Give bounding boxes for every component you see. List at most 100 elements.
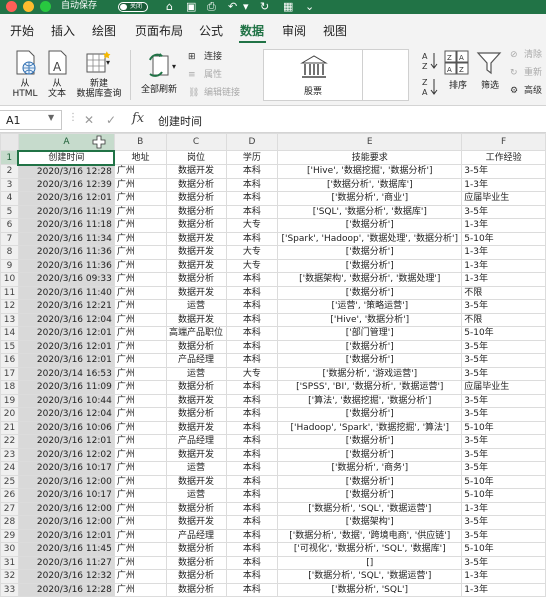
edit-links-button[interactable]: 编辑链接 [204, 88, 240, 99]
education-cell[interactable]: 本科 [225, 191, 279, 206]
position-cell[interactable]: 数据分析 [165, 407, 227, 422]
address-cell[interactable]: 广州 [113, 231, 167, 246]
filter-button[interactable]: 筛选 [476, 50, 504, 100]
experience-cell[interactable]: 1-3年 [461, 177, 546, 192]
experience-cell[interactable]: 3-5年 [461, 164, 546, 179]
education-cell[interactable]: 本科 [225, 204, 279, 219]
education-cell[interactable]: 本科 [225, 447, 279, 462]
created-time-cell[interactable]: 2020/3/16 12:28 [17, 582, 115, 597]
zoom-window-button[interactable] [40, 1, 51, 12]
skills-cell[interactable]: ['数据分析'] [277, 353, 463, 368]
skills-cell[interactable]: ['可视化', '数据分析', 'SQL', '数据库'] [277, 542, 463, 557]
skills-cell[interactable]: ['数据分析'] [277, 258, 463, 273]
education-cell[interactable]: 本科 [225, 272, 279, 287]
address-cell[interactable]: 广州 [113, 218, 167, 233]
created-time-cell[interactable]: 2020/3/16 12:02 [17, 447, 115, 462]
experience-cell[interactable]: 1-3年 [461, 272, 546, 287]
experience-cell[interactable]: 1-3年 [461, 245, 546, 260]
stocks-data-type-button[interactable]: 股票 [263, 49, 363, 101]
created-time-cell[interactable]: 2020/3/16 11:34 [17, 231, 115, 246]
address-cell[interactable]: 广州 [113, 353, 167, 368]
created-time-cell[interactable]: 2020/3/16 10:17 [17, 488, 115, 503]
skills-cell[interactable]: ['Hive', '数据分析'] [277, 312, 463, 327]
row-header[interactable]: 5 [0, 204, 19, 219]
skills-cell[interactable]: ['数据分析', 'SQL', '数据运营'] [277, 569, 463, 584]
created-time-cell[interactable]: 2020/3/16 12:01 [17, 528, 115, 543]
name-box-dropdown-icon[interactable]: ▼ [48, 113, 54, 122]
skills-cell[interactable]: ['数据分析', '商业'] [277, 191, 463, 206]
skills-cell[interactable]: [] [277, 555, 463, 570]
created-time-cell[interactable]: 2020/3/16 12:01 [17, 191, 115, 206]
row-header[interactable]: 33 [0, 582, 19, 597]
position-cell[interactable]: 数据开发 [165, 258, 227, 273]
data-types-gallery[interactable] [363, 49, 409, 101]
education-cell[interactable]: 本科 [225, 569, 279, 584]
address-cell[interactable]: 广州 [113, 461, 167, 476]
education-cell[interactable]: 本科 [225, 515, 279, 530]
skills-cell[interactable]: ['Hadoop', 'Spark', '数据挖掘', '算法'] [277, 420, 463, 435]
experience-cell[interactable]: 1-3年 [461, 218, 546, 233]
created-time-cell[interactable]: 创建时间 [17, 149, 116, 166]
education-cell[interactable]: 本科 [225, 285, 279, 300]
skills-cell[interactable]: ['数据分析'] [277, 447, 463, 462]
created-time-cell[interactable]: 2020/3/16 11:36 [17, 258, 115, 273]
education-cell[interactable]: 本科 [225, 164, 279, 179]
column-header[interactable]: F [461, 133, 546, 151]
education-cell[interactable]: 本科 [225, 231, 279, 246]
address-cell[interactable]: 广州 [113, 191, 167, 206]
experience-cell[interactable]: 3-5年 [461, 366, 546, 381]
education-cell[interactable]: 本科 [225, 528, 279, 543]
column-header[interactable]: B [113, 133, 167, 151]
tab-view[interactable]: 视图 [323, 22, 347, 39]
row-header[interactable]: 14 [0, 326, 19, 341]
experience-cell[interactable]: 3-5年 [461, 407, 546, 422]
education-cell[interactable]: 本科 [225, 339, 279, 354]
row-header[interactable]: 20 [0, 407, 19, 422]
created-time-cell[interactable]: 2020/3/16 12:00 [17, 501, 115, 516]
skills-cell[interactable]: ['数据分析'] [277, 488, 463, 503]
education-cell[interactable]: 本科 [225, 501, 279, 516]
education-cell[interactable]: 大专 [225, 245, 279, 260]
address-cell[interactable]: 广州 [113, 258, 167, 273]
skills-cell[interactable]: ['数据分析'] [277, 407, 463, 422]
experience-cell[interactable]: 5-10年 [461, 542, 546, 557]
position-cell[interactable]: 数据分析 [165, 582, 227, 597]
education-cell[interactable]: 大专 [225, 218, 279, 233]
tab-page-layout[interactable]: 页面布局 [135, 22, 183, 39]
position-cell[interactable]: 数据分析 [165, 191, 227, 206]
skills-cell[interactable]: ['SQL', '数据分析', '数据库'] [277, 204, 463, 219]
print-icon[interactable]: ⎙ [207, 0, 216, 13]
sort-descending-button[interactable]: Z A [421, 76, 439, 98]
address-cell[interactable]: 广州 [113, 501, 167, 516]
experience-cell[interactable]: 工作经验 [461, 150, 546, 165]
row-header[interactable]: 6 [0, 218, 19, 233]
education-cell[interactable]: 本科 [225, 299, 279, 314]
advanced-filter-button[interactable]: 高级 [524, 86, 542, 97]
tab-insert[interactable]: 插入 [51, 22, 75, 39]
row-header[interactable]: 1 [0, 150, 19, 165]
position-cell[interactable]: 数据开发 [165, 312, 227, 327]
row-header[interactable]: 10 [0, 272, 19, 287]
education-cell[interactable]: 本科 [225, 420, 279, 435]
autosave-toggle[interactable]: 关闭 [118, 2, 148, 12]
address-cell[interactable]: 广州 [113, 285, 167, 300]
column-header[interactable]: D [225, 133, 279, 151]
address-cell[interactable]: 广州 [113, 393, 167, 408]
skills-cell[interactable]: ['数据分析'] [277, 218, 463, 233]
position-cell[interactable]: 数据分析 [165, 555, 227, 570]
address-cell[interactable]: 广州 [113, 447, 167, 462]
row-header[interactable]: 26 [0, 488, 19, 503]
row-header[interactable]: 24 [0, 461, 19, 476]
position-cell[interactable]: 数据开发 [165, 474, 227, 489]
column-header[interactable]: E [277, 133, 463, 151]
tab-data[interactable]: 数据 [240, 22, 264, 39]
from-html-button[interactable]: 从 HTML [8, 48, 42, 102]
undo-icon[interactable]: ↶ [228, 0, 237, 13]
skills-cell[interactable]: ['SPSS', 'BI', '数据分析', '数据运营'] [277, 380, 463, 395]
position-cell[interactable]: 数据分析 [165, 177, 227, 192]
row-header[interactable]: 32 [0, 569, 19, 584]
sheet-icon[interactable]: ▦ [283, 0, 293, 13]
skills-cell[interactable]: ['数据分析', '商务'] [277, 461, 463, 476]
sort-ascending-button[interactable]: A Z [421, 50, 439, 72]
experience-cell[interactable]: 3-5年 [461, 204, 546, 219]
